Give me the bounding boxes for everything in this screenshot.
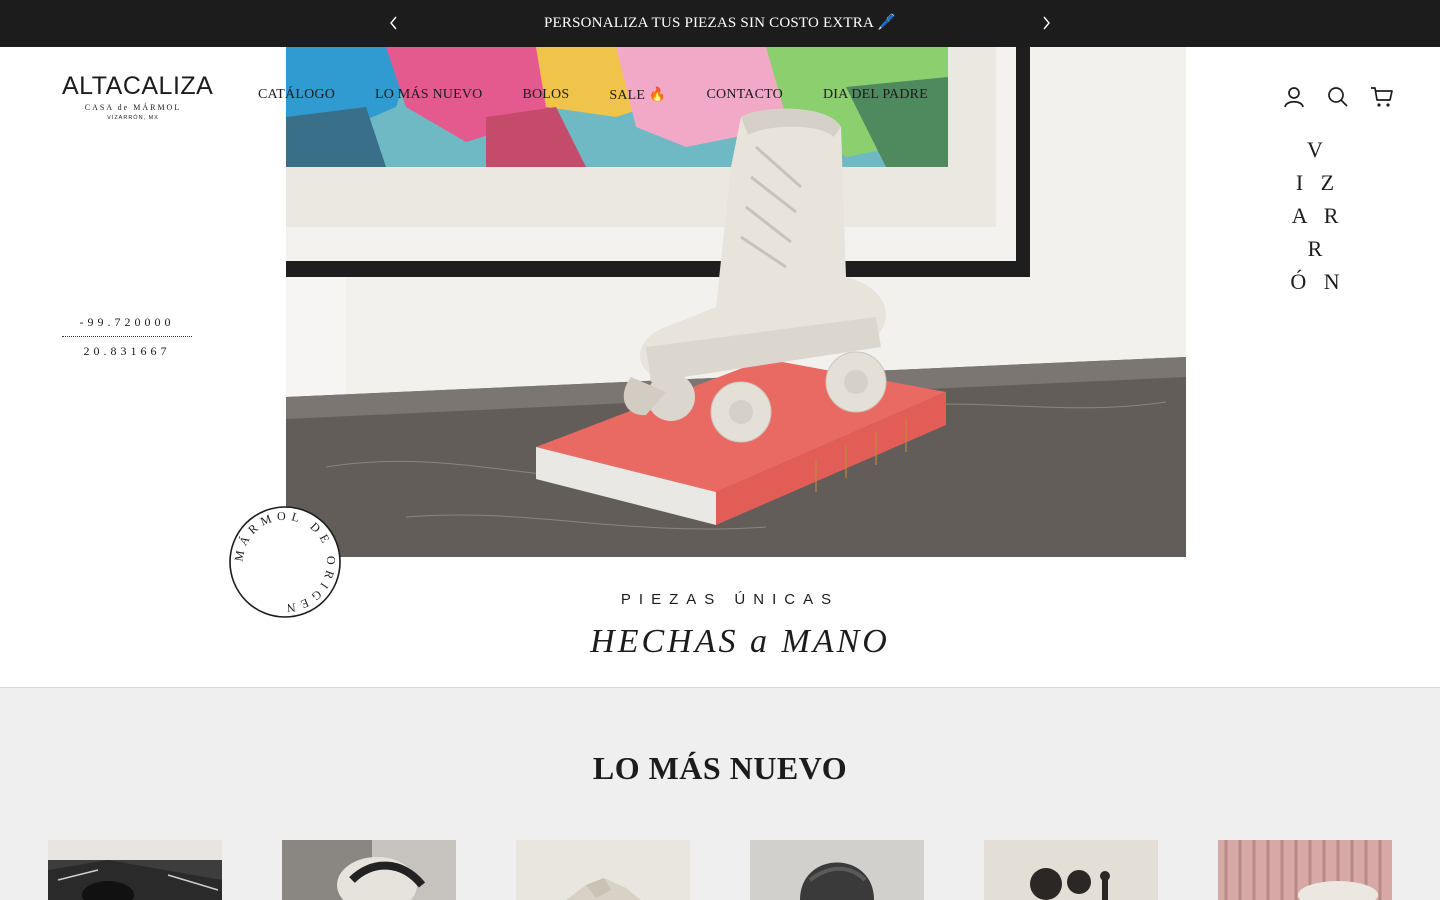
product-card[interactable] [750,840,924,900]
vizarron-line: V [1307,137,1329,162]
logo-subtitle: CASA de MÁRMOL [84,103,182,112]
nav-dia-del-padre[interactable]: DIA DEL PADRE [823,87,928,104]
search-icon [1328,87,1348,107]
logo-location: VIZARRÓN, MX [107,115,159,121]
nav-sale[interactable]: SALE 🔥 [609,87,666,104]
longitude: -99.720000 [62,315,192,337]
vizarron-line: I Z [1295,170,1341,195]
product-card[interactable] [282,840,456,900]
latitude: 20.831667 [83,344,171,358]
account-icon [1284,87,1304,108]
tagline-top: PIEZAS ÚNICAS [620,591,840,608]
header-actions [1282,85,1394,109]
search-button[interactable] [1326,85,1350,109]
product-grid [48,840,1392,900]
site-logo[interactable]: ALTACALIZA CASA de MÁRMOL VIZARRÓN, MX [62,72,214,121]
hero-section: ALTACALIZA CASA de MÁRMOL VIZARRÓN, MX C… [0,47,1440,688]
product-card[interactable] [1218,840,1392,900]
coordinates: -99.720000 20.831667 [62,315,192,359]
product-card[interactable] [48,840,222,900]
vizarron-line: A R R [1291,203,1345,261]
section-title: LO MÁS NUEVO [592,750,848,786]
cart-button[interactable] [1370,85,1394,109]
nav-contacto[interactable]: CONTACTO [707,87,783,104]
announcement-bar: PERSONALIZA TUS PIEZAS SIN COSTO EXTRA 🖊… [0,0,1440,47]
nav-catalogo[interactable]: CATÁLOGO [258,87,335,104]
nav-bolos[interactable]: BOLOS [522,87,569,104]
nav-lo-mas-nuevo[interactable]: LO MÁS NUEVO [375,87,482,104]
vizarron-vertical-text: V I Z A R R Ó N [1278,133,1358,298]
chevron-right-icon [1043,16,1050,30]
cart-icon [1371,87,1393,107]
vizarron-line: Ó N [1290,269,1346,294]
tagline-bottom: HECHAS a MANO [590,623,890,660]
new-products-section: LO MÁS NUEVO [0,688,1440,900]
account-button[interactable] [1282,85,1306,109]
announcement-next-button[interactable] [1036,13,1056,33]
main-nav: CATÁLOGO LO MÁS NUEVO BOLOS SALE 🔥 CONTA… [258,87,968,104]
hero-photo-illustration [286,47,1186,557]
logo-wordmark: ALTACALIZA [62,72,214,100]
hero-image [286,47,1186,557]
product-card[interactable] [984,840,1158,900]
announcement-text[interactable]: PERSONALIZA TUS PIEZAS SIN COSTO EXTRA 🖊… [0,0,1440,47]
product-card[interactable] [516,840,690,900]
